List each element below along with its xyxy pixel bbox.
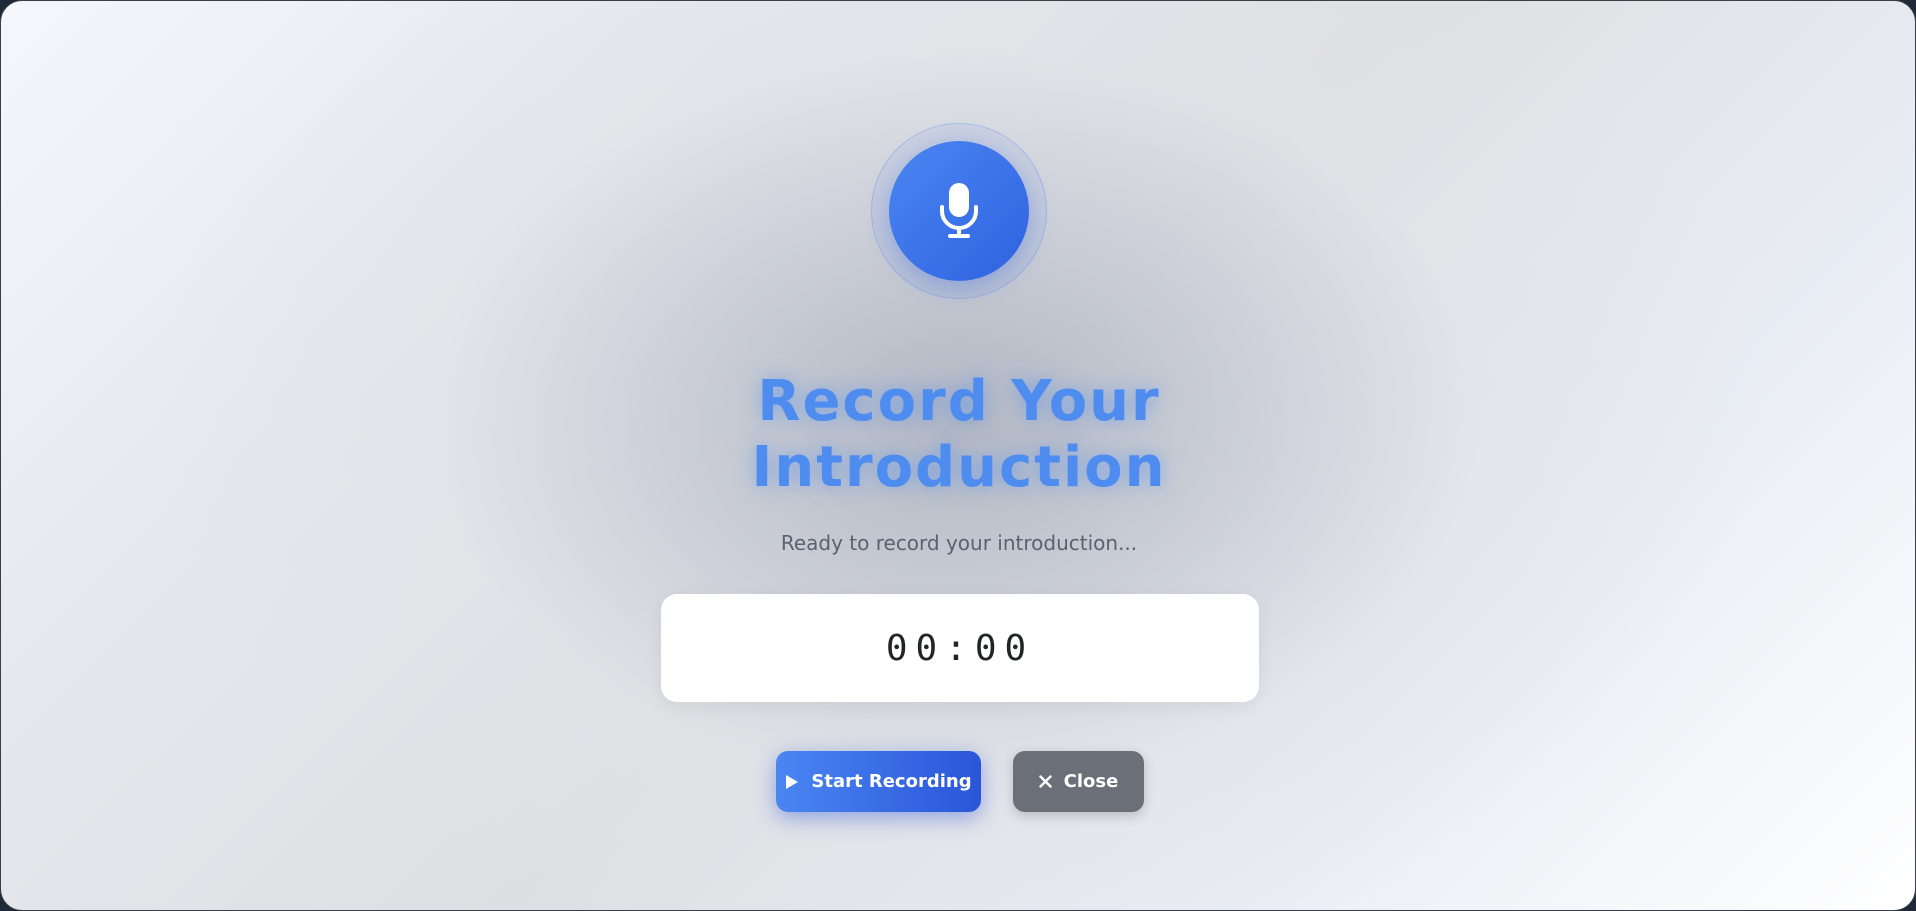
page-title: Record Your Introduction [751, 369, 1167, 500]
status-text: Ready to record your introduction... [780, 531, 1138, 555]
recorder-modal: Record Your Introduction Ready to record… [0, 0, 1916, 911]
timer-display: 00:00 [885, 627, 1035, 669]
start-recording-button[interactable]: Start Recording [776, 751, 981, 812]
timer-panel: 00:00 [661, 594, 1259, 702]
microphone-icon [937, 181, 981, 241]
close-icon [1038, 775, 1052, 788]
close-button[interactable]: Close [1013, 751, 1144, 812]
mic-badge [889, 141, 1029, 281]
start-recording-label: Start Recording [811, 771, 972, 792]
close-label: Close [1063, 771, 1119, 792]
play-icon [785, 774, 799, 790]
